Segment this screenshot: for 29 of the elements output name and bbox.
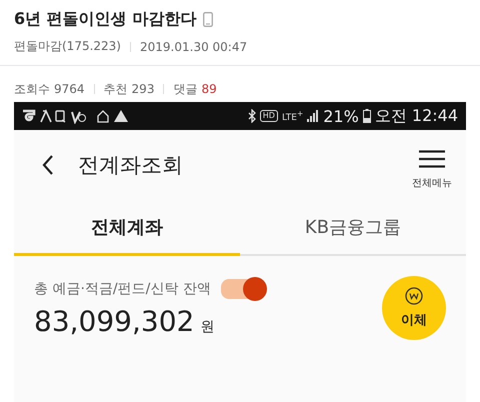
stat-label: 추천 — [104, 80, 128, 98]
tab[interactable]: 전체계좌 — [14, 200, 240, 256]
page-title: 전계좌조회 — [78, 152, 184, 179]
stat-value: 293 — [132, 82, 154, 96]
hd-badge: HD — [260, 110, 278, 122]
post-date: 2019.01.30 00:47 — [140, 40, 248, 54]
menu-icon — [419, 150, 445, 168]
battery-icon — [362, 109, 371, 123]
battery-percent: 21% — [323, 106, 359, 126]
stat-value: 9764 — [54, 82, 85, 96]
tab[interactable]: KB금융그룹 — [240, 200, 466, 256]
balance-amount: 83,099,302 — [34, 304, 194, 338]
back-icon[interactable] — [42, 155, 54, 175]
author-name: 편돌마감(175.223) — [14, 38, 121, 55]
stat-label: 조회수 — [14, 80, 50, 98]
currency-unit: 원 — [200, 318, 214, 336]
network-label: LTE$^{+}$ — [282, 109, 304, 123]
signal-icon — [307, 110, 320, 122]
clock: 오전 12:44 — [374, 106, 458, 126]
post-title: 6년 편돌이인생 마감한다 — [14, 8, 196, 30]
won-coin-icon — [405, 287, 423, 305]
mobile-phone-icon — [203, 12, 214, 26]
toggle-switch[interactable] — [220, 278, 265, 298]
bluetooth-icon — [248, 109, 256, 123]
stat-label: 댓글 — [173, 80, 198, 98]
menu-button[interactable]: 전체메뉴 — [412, 150, 452, 190]
stat-value: 89 — [201, 82, 217, 96]
transfer-button[interactable]: 이체 — [382, 276, 446, 340]
balance-label: 총 예금·적금/펀드/신탁 잔액 — [34, 280, 211, 298]
